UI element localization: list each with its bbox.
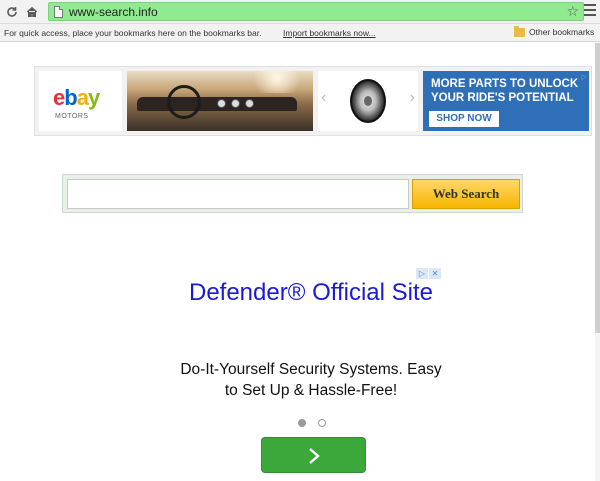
- reload-icon[interactable]: [2, 2, 22, 22]
- promo-panel[interactable]: ▷ MORE PARTS TO UNLOCK YOUR RIDE'S POTEN…: [423, 71, 589, 131]
- chevron-right-icon: [309, 448, 320, 464]
- carousel-next-icon[interactable]: ›: [410, 89, 415, 107]
- url-text[interactable]: www-search.info: [69, 5, 158, 19]
- star-icon[interactable]: ☆: [566, 3, 579, 20]
- carousel-dot-1[interactable]: [298, 419, 306, 427]
- ebay-sub-label: MOTORS: [55, 113, 89, 120]
- ad-description: Do-It-Yourself Security Systems. Easy to…: [180, 361, 442, 399]
- page-icon: [54, 6, 63, 18]
- wheel-rim-image[interactable]: [350, 79, 386, 123]
- banner-ad[interactable]: ebay MOTORS ‹ › ▷ MORE PARTS TO UNLOCK Y…: [34, 66, 592, 136]
- ebay-logo: ebay: [53, 85, 100, 110]
- menu-icon[interactable]: [584, 4, 596, 16]
- carousel-dot-2[interactable]: [318, 419, 326, 427]
- carousel-prev-icon[interactable]: ‹: [321, 89, 326, 107]
- bookmarks-hint: For quick access, place your bookmarks h…: [4, 28, 262, 38]
- other-bookmarks[interactable]: Other bookmarks: [514, 25, 595, 37]
- carousel-dots: [298, 419, 326, 427]
- search-bar: Web Search: [62, 174, 523, 213]
- adchoices-icon[interactable]: ▷: [582, 73, 587, 81]
- address-bar[interactable]: www-search.info ☆: [48, 2, 584, 21]
- folder-icon: [514, 25, 525, 37]
- product-carousel[interactable]: ‹ ›: [318, 71, 418, 131]
- other-bookmarks-label: Other bookmarks: [529, 27, 595, 37]
- search-input[interactable]: [67, 179, 409, 209]
- native-ad[interactable]: ▷ ✕ Defender® Official Site Do-It-Yourse…: [180, 268, 442, 478]
- ebay-motors-logo[interactable]: ebay MOTORS: [39, 71, 122, 131]
- bookmarks-bar: For quick access, place your bookmarks h…: [0, 24, 600, 42]
- home-icon[interactable]: [22, 2, 42, 22]
- promo-text: MORE PARTS TO UNLOCK YOUR RIDE'S POTENTI…: [431, 78, 579, 104]
- scrollbar-thumb[interactable]: [595, 43, 600, 333]
- shop-now-button[interactable]: SHOP NOW: [429, 111, 499, 127]
- ad-title[interactable]: Defender® Official Site: [180, 278, 442, 308]
- browser-toolbar: www-search.info ☆: [0, 0, 600, 24]
- ad-go-button[interactable]: [261, 437, 366, 473]
- page-scrollbar[interactable]: [595, 43, 600, 481]
- car-dashboard-image[interactable]: [127, 71, 313, 131]
- import-bookmarks-link[interactable]: Import bookmarks now...: [283, 28, 376, 38]
- web-search-button[interactable]: Web Search: [412, 179, 520, 209]
